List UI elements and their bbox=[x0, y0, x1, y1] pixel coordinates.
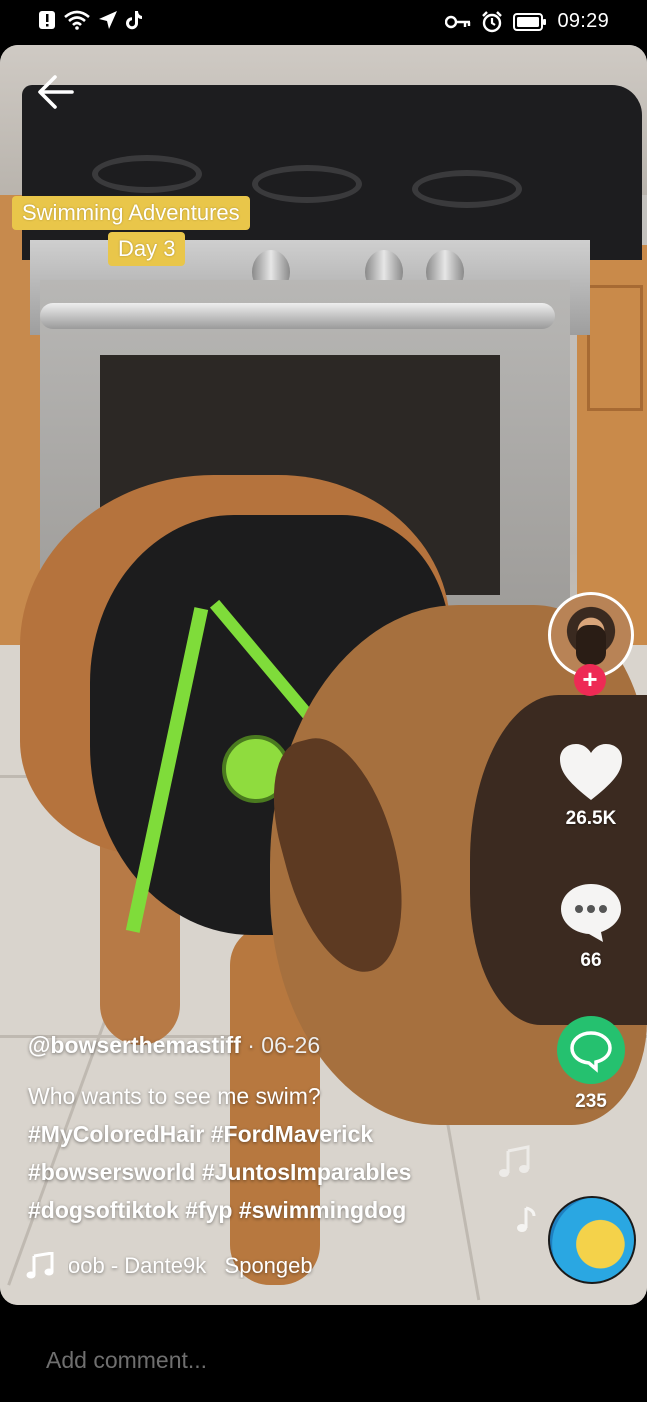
share-button[interactable]: 235 bbox=[541, 1015, 641, 1113]
status-bar: 09:29 bbox=[0, 0, 647, 44]
heart-icon bbox=[560, 744, 622, 800]
comment-bubble-icon bbox=[561, 884, 621, 942]
video-scene-oven-handle bbox=[40, 303, 555, 329]
like-count: 26.5K bbox=[565, 808, 617, 829]
wifi-icon bbox=[64, 10, 90, 30]
tiktok-icon bbox=[126, 11, 142, 30]
music-disc[interactable] bbox=[548, 1196, 636, 1284]
video-meta: @bowserthemastiff · 06-26 Who wants to s… bbox=[28, 1032, 498, 1229]
video-caption-line1: Swimming Adventures bbox=[12, 196, 250, 230]
floating-note-icon bbox=[517, 1206, 536, 1232]
video-description: Who wants to see me swim? bbox=[28, 1083, 321, 1109]
status-left-icons bbox=[38, 10, 144, 30]
status-time: 09:29 bbox=[557, 10, 609, 32]
hashtag-line-2[interactable]: #bowsersworld #JuntosImparables bbox=[28, 1153, 498, 1191]
back-arrow-icon[interactable] bbox=[36, 72, 76, 112]
share-count: 235 bbox=[575, 1091, 607, 1112]
comment-count: 66 bbox=[580, 950, 602, 971]
like-button[interactable]: 26.5K bbox=[541, 742, 641, 830]
hashtag-line-3[interactable]: #dogsoftiktok #fyp #swimmingdog bbox=[28, 1191, 498, 1229]
comment-bar bbox=[0, 1318, 647, 1402]
key-icon bbox=[445, 15, 471, 28]
music-track-title: oob - Dante9k Spongeb bbox=[68, 1253, 313, 1278]
music-row[interactable]: oob - Dante9k Spongeb bbox=[26, 1252, 368, 1280]
music-note-icon bbox=[26, 1252, 54, 1279]
post-date: · 06-26 bbox=[240, 1032, 321, 1058]
video-caption-line2: Day 3 bbox=[108, 232, 186, 266]
alarm-icon bbox=[482, 10, 503, 32]
share-message-icon bbox=[557, 1016, 625, 1084]
notification-icon bbox=[39, 11, 55, 29]
avatar-dog-face bbox=[576, 625, 606, 665]
video-scene-burner bbox=[252, 165, 362, 203]
follow-plus-button[interactable]: + bbox=[574, 664, 606, 696]
video-scene-burner bbox=[92, 155, 202, 193]
hashtag-line-1[interactable]: #MyColoredHair #FordMaverick bbox=[28, 1115, 498, 1153]
music-disc-art bbox=[550, 1232, 564, 1239]
author-line: @bowserthemastiff · 06-26 bbox=[28, 1032, 498, 1059]
video-scene-burner bbox=[412, 170, 522, 208]
location-icon bbox=[99, 11, 117, 29]
add-comment-input[interactable] bbox=[46, 1340, 606, 1380]
author-handle[interactable]: @bowserthemastiff bbox=[28, 1032, 241, 1058]
floating-note-icon bbox=[499, 1145, 530, 1177]
battery-icon bbox=[513, 12, 547, 31]
comment-button[interactable]: 66 bbox=[541, 882, 641, 972]
status-right-icons: 09:29 bbox=[445, 10, 609, 33]
